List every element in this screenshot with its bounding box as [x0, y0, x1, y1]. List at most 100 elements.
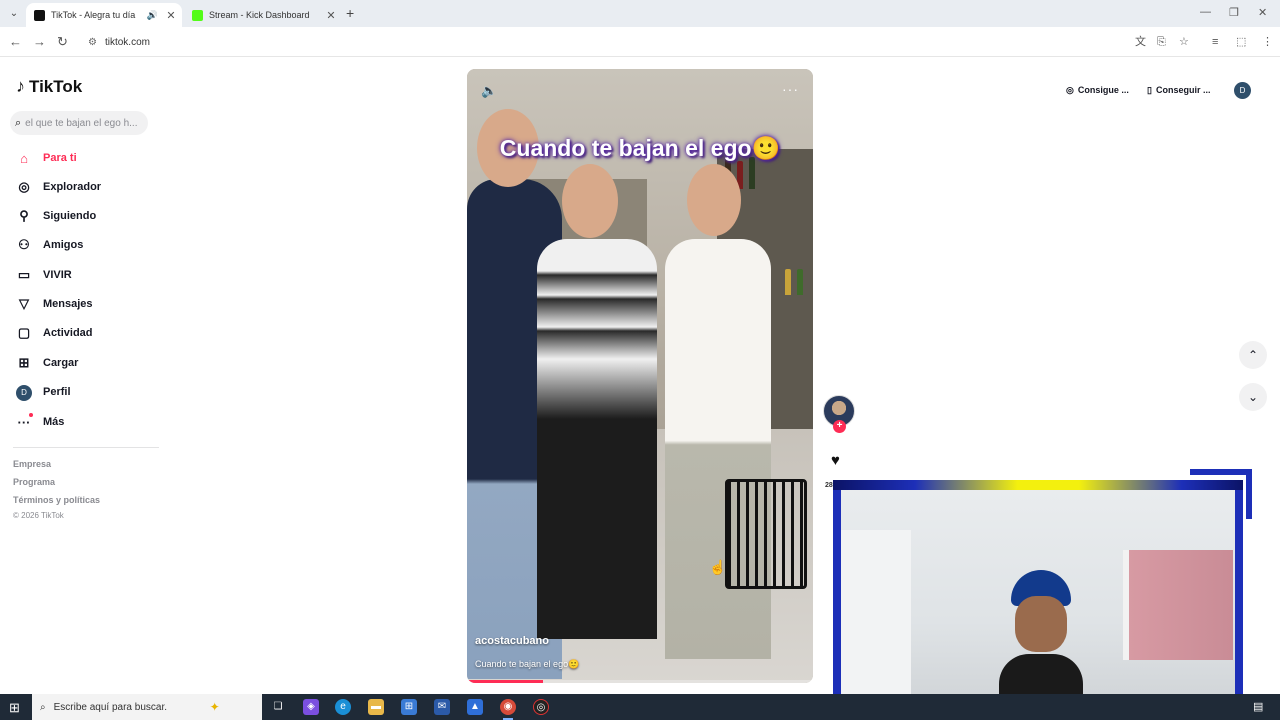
install-app-icon[interactable]: ⎘ — [1157, 35, 1166, 49]
nav-label: Para ti — [43, 152, 77, 164]
chrome-icon[interactable]: ◉ — [500, 699, 516, 720]
webcam-room-window — [1123, 550, 1233, 660]
webcam-feed — [841, 490, 1235, 710]
nav-perfil[interactable]: D Perfil — [16, 382, 71, 402]
extension-icon[interactable]: ⬚ — [1236, 35, 1246, 49]
video-overlay-title: Cuando te bajan el ego🙂 — [499, 135, 781, 161]
tab-title: TikTok - Alegra tu día — [51, 10, 136, 20]
reload-icon[interactable]: ↻ — [57, 34, 68, 50]
new-tab-button[interactable]: + — [346, 6, 354, 20]
site-info-icon[interactable]: ⚙ — [88, 37, 97, 48]
speaker-icon[interactable]: 🔊 — [147, 10, 158, 21]
nav-mensajes[interactable]: ▽ Mensajes — [16, 294, 93, 314]
user-avatar[interactable]: D — [1234, 82, 1251, 99]
phone-icon: ▯ — [1147, 84, 1152, 95]
edge-icon[interactable]: e — [335, 699, 351, 715]
restore-icon[interactable]: ❐ — [1229, 6, 1239, 19]
tab-tiktok[interactable]: TikTok - Alegra tu día 🔊 ✕ — [26, 3, 182, 27]
windows-start-icon[interactable]: ⊞ — [9, 700, 20, 716]
tiktok-logo[interactable]: ♪ TikTok — [16, 76, 82, 97]
nav-actividad[interactable]: ▢ Actividad — [16, 323, 93, 343]
tab-title: Stream - Kick Dashboard — [209, 10, 310, 20]
hand-cursor-icon: ☝ — [709, 559, 727, 575]
obs-icon[interactable]: ◎ — [533, 699, 549, 715]
app-icon[interactable]: ▲ — [467, 699, 483, 715]
video-player[interactable]: 🔈 ··· Cuando te bajan el ego🙂 acostacuba… — [467, 69, 813, 683]
nav-label: Siguiendo — [43, 210, 97, 222]
volume-icon[interactable]: 🔈 — [481, 83, 497, 99]
windows-taskbar: ⊞ ⌕ ✦ ❏ ◈ e ▬ ⊞ ✉ ▲ ◉ ◎ ▤ — [0, 694, 1280, 720]
notifications-icon[interactable]: ▤ — [1253, 700, 1263, 713]
video-progress-bar[interactable] — [467, 680, 813, 683]
minimize-icon[interactable]: — — [1200, 6, 1211, 18]
video-shopping-basket — [725, 479, 807, 589]
task-view-icon[interactable]: ❏ — [270, 699, 286, 715]
copilot-icon[interactable]: ◈ — [303, 699, 319, 715]
mail-icon[interactable]: ✉ — [434, 699, 450, 715]
nav-siguiendo[interactable]: ⚲ Siguiendo — [16, 206, 96, 226]
back-icon[interactable]: ← — [9, 34, 22, 50]
webcam-streamer — [999, 570, 1083, 710]
nav-vivir[interactable]: ▭ VIVIR — [16, 265, 72, 285]
taskbar-search[interactable]: ⌕ ✦ — [32, 694, 262, 720]
browser-tab-bar: ⌄ TikTok - Alegra tu día 🔊 ✕ Stream - Ki… — [0, 0, 1280, 27]
tiktok-favicon-icon — [34, 9, 45, 21]
heart-icon[interactable]: ♥ — [831, 452, 840, 469]
close-tab-icon[interactable]: ✕ — [324, 9, 338, 22]
taskbar-search-icon: ⌕ — [40, 701, 46, 713]
search-box[interactable]: ⌕ — [10, 111, 148, 135]
kick-favicon-icon — [192, 9, 203, 21]
nav-label: Actividad — [43, 327, 93, 339]
nav-amigos[interactable]: ⚇ Amigos — [16, 235, 83, 255]
close-window-icon[interactable]: ✕ — [1258, 6, 1267, 19]
footer-link-programa[interactable]: Programa — [13, 477, 55, 487]
browser-menu-icon[interactable]: ⋮ — [1262, 35, 1273, 49]
nav-cargar[interactable]: ⊞ Cargar — [16, 353, 79, 373]
tab-kick-dashboard[interactable]: Stream - Kick Dashboard ✕ — [184, 3, 342, 27]
live-tv-icon: ▭ — [17, 267, 31, 282]
person-check-icon: ⚲ — [19, 208, 29, 223]
video-bottle — [797, 269, 803, 295]
get-app-button[interactable]: ▯ Conseguir ... — [1147, 83, 1210, 97]
forward-icon[interactable]: → — [33, 34, 46, 50]
taskbar-search-input[interactable] — [53, 701, 204, 713]
nav-explorador[interactable]: ◎ Explorador — [16, 177, 101, 197]
close-tab-icon[interactable]: ✕ — [164, 9, 178, 22]
avatar-icon: D — [16, 383, 32, 401]
follow-plus-icon[interactable]: + — [833, 420, 846, 433]
store-icon[interactable]: ⊞ — [401, 699, 417, 715]
next-video-chevron-down-icon[interactable]: ⌄ — [1239, 383, 1267, 411]
notification-dot — [29, 413, 33, 417]
nav-mas[interactable]: ··· Más — [16, 412, 64, 432]
tiktok-note-icon: ♪ — [16, 76, 25, 96]
previous-video-chevron-up-icon[interactable]: ⌃ — [1239, 341, 1267, 369]
nav-label: Cargar — [43, 357, 79, 369]
tab-search-icon[interactable]: ⌄ — [6, 6, 22, 22]
webcam-overlay — [833, 480, 1243, 716]
perfil-avatar-letter: D — [16, 385, 32, 401]
get-coins-button[interactable]: ◎ Consigue ... — [1066, 83, 1129, 97]
media-control-icon[interactable]: ≡ — [1212, 35, 1218, 49]
browser-toolbar: ← → ↻ ⚙ tiktok.com 文 ⎘ ☆ ≡ ⬚ ⋮ — [0, 27, 1280, 57]
like-count: 28 — [825, 482, 833, 489]
nav-label: Más — [43, 416, 65, 428]
more-options-icon[interactable]: ··· — [782, 81, 799, 97]
search-input[interactable] — [25, 117, 138, 129]
coin-icon: ◎ — [1066, 84, 1074, 95]
footer-link-terminos[interactable]: Términos y políticas — [13, 495, 100, 505]
translate-icon[interactable]: 文 — [1135, 35, 1146, 49]
video-caption: Cuando te bajan el ego🙂 — [475, 659, 580, 669]
sidebar-divider — [13, 447, 159, 448]
friends-icon: ⚇ — [18, 237, 30, 252]
webcam-room-door — [841, 530, 911, 710]
get-app-label: Conseguir ... — [1155, 85, 1211, 95]
footer-link-empresa[interactable]: Empresa — [13, 459, 51, 469]
address-bar[interactable]: ⚙ tiktok.com — [80, 30, 1200, 54]
bookmark-star-icon[interactable]: ☆ — [1179, 35, 1189, 49]
video-author[interactable]: acostacubano — [475, 635, 549, 647]
video-person-right — [665, 239, 771, 659]
compass-icon: ◎ — [18, 179, 30, 194]
nav-para-ti[interactable]: ⌂ Para ti — [16, 148, 77, 168]
file-explorer-icon[interactable]: ▬ — [368, 699, 384, 715]
video-person-head — [687, 164, 741, 236]
